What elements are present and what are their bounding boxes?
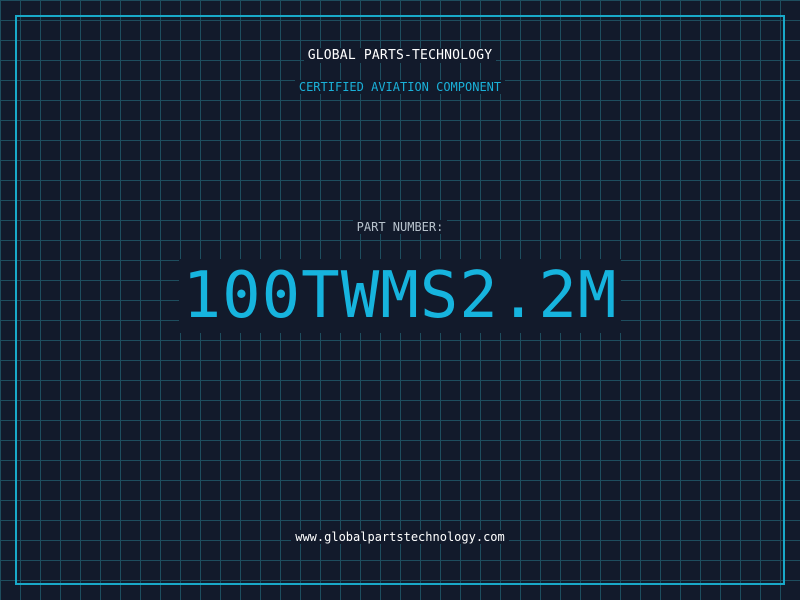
- part-number-value-text: 100TWMS2.2M: [178, 259, 622, 333]
- part-number-label-text: PART NUMBER:: [352, 220, 448, 234]
- brand-title: GLOBAL PARTS-TECHNOLOGY: [0, 48, 800, 63]
- certificate-card: GLOBAL PARTS-TECHNOLOGY CERTIFIED AVIATI…: [0, 0, 800, 600]
- brand-title-text: GLOBAL PARTS-TECHNOLOGY: [303, 48, 497, 63]
- part-number-value: 100TWMS2.2M: [0, 258, 800, 334]
- website-url: www.globalpartstechnology.com: [0, 530, 800, 544]
- certification-tagline-text: CERTIFIED AVIATION COMPONENT: [294, 80, 506, 94]
- part-number-label: PART NUMBER:: [0, 220, 800, 234]
- website-url-text: www.globalpartstechnology.com: [291, 530, 509, 544]
- certification-tagline: CERTIFIED AVIATION COMPONENT: [0, 80, 800, 94]
